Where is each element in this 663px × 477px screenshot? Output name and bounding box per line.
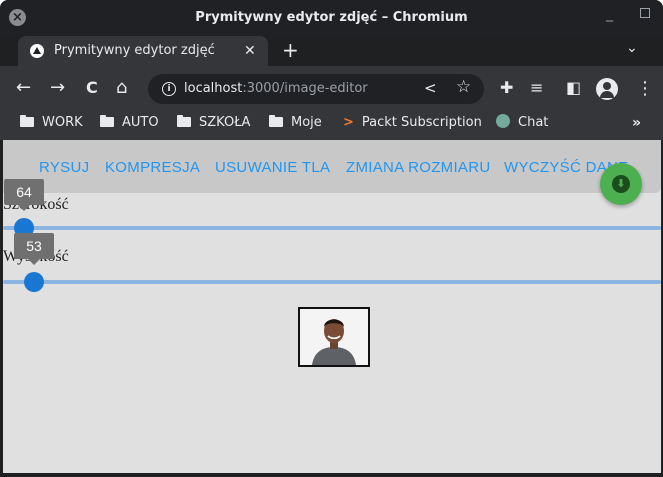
home-button[interactable]: ⌂ xyxy=(116,74,127,102)
bookmark-packt[interactable]: > Packt Subscription xyxy=(343,110,482,136)
browser-window: × Prymitywny edytor zdjęć – Chromium _ P… xyxy=(0,0,663,477)
nav-kompresja-button[interactable]: KOMPRESJA xyxy=(105,159,200,176)
share-icon[interactable]: < xyxy=(424,79,437,97)
download-icon: ⬇ xyxy=(612,175,630,193)
window-title: Prymitywny edytor zdjęć – Chromium xyxy=(195,10,468,25)
bookmark-chat[interactable]: Chat xyxy=(496,110,548,136)
width-value-label: 64 xyxy=(4,179,44,211)
new-tab-button[interactable]: + xyxy=(282,38,299,62)
extensions-icon[interactable]: ✚ xyxy=(500,78,513,97)
tab-search-chevron-icon[interactable]: ⌄ xyxy=(626,40,638,56)
back-button[interactable]: ← xyxy=(16,74,31,102)
bookmark-szkola[interactable]: SZKOŁA xyxy=(177,110,250,136)
chat-icon xyxy=(496,114,510,128)
folder-icon xyxy=(20,115,34,127)
browser-toolbar: ← → C ⌂ i localhost:3000/image-editor < … xyxy=(0,66,663,110)
preview-image xyxy=(298,307,370,367)
window-maximize-icon[interactable] xyxy=(640,8,650,18)
page-content: RYSUJ KOMPRESJA USUWANIE TLA ZMIANA ROZM… xyxy=(3,140,661,473)
url-text: localhost:3000/image-editor xyxy=(184,81,368,96)
width-slider-track[interactable] xyxy=(3,226,661,230)
height-value-label: 53 xyxy=(14,233,54,265)
download-fab[interactable]: ⬇ xyxy=(600,163,642,205)
folder-icon xyxy=(177,115,191,127)
browser-menu-icon[interactable]: ⋮ xyxy=(636,78,654,99)
title-bar: × Prymitywny edytor zdjęć – Chromium _ xyxy=(0,0,663,36)
folder-icon xyxy=(100,115,114,127)
media-controls-icon[interactable]: ≡ xyxy=(530,78,543,97)
bookmark-auto[interactable]: AUTO xyxy=(100,110,159,136)
packt-icon: > xyxy=(343,115,354,130)
nav-zmiana-rozmiaru-button[interactable]: ZMIANA ROZMIARU xyxy=(346,159,491,176)
bookmark-work[interactable]: WORK xyxy=(20,110,83,136)
site-info-icon[interactable]: i xyxy=(162,82,176,96)
bookmark-star-icon[interactable]: ☆ xyxy=(456,77,471,97)
forward-button[interactable]: → xyxy=(50,74,65,102)
person-portrait xyxy=(300,309,368,365)
bookmarks-overflow-icon[interactable]: » xyxy=(632,110,641,136)
tab-close-icon[interactable]: ✕ xyxy=(244,36,256,66)
window-minimize-icon[interactable]: _ xyxy=(606,6,613,22)
bookmarks-bar: WORK AUTO SZKOŁA Moje > Packt Subscriptio… xyxy=(0,110,663,140)
height-slider-track[interactable] xyxy=(3,280,661,284)
tab-favicon-icon xyxy=(30,44,44,58)
bookmark-moje[interactable]: Moje xyxy=(269,110,322,136)
address-bar[interactable]: i localhost:3000/image-editor < ☆ xyxy=(148,74,484,104)
nav-usuwanie-tla-button[interactable]: USUWANIE TLA xyxy=(215,159,330,176)
side-panel-icon[interactable]: ◧ xyxy=(566,78,581,97)
height-slider-thumb[interactable] xyxy=(24,272,44,292)
browser-tab[interactable]: Prymitywny edytor zdjęć ✕ xyxy=(18,36,268,66)
reload-button[interactable]: C xyxy=(86,74,98,102)
tab-title: Prymitywny edytor zdjęć xyxy=(54,43,215,58)
nav-rysuj-button[interactable]: RYSUJ xyxy=(39,159,89,176)
folder-icon xyxy=(269,115,283,127)
profile-avatar-icon[interactable] xyxy=(596,78,618,100)
app-navbar: RYSUJ KOMPRESJA USUWANIE TLA ZMIANA ROZM… xyxy=(3,140,661,193)
